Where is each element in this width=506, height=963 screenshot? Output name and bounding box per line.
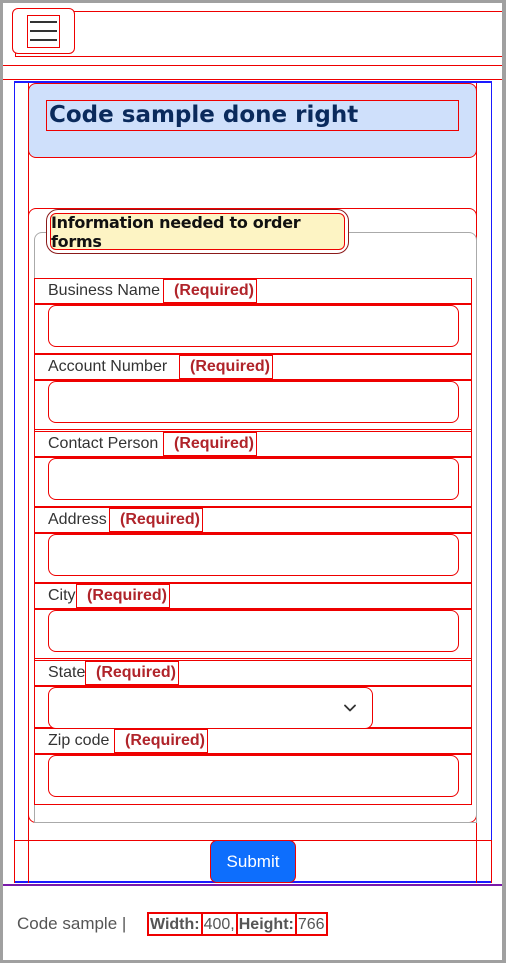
width-value: 400,: [201, 913, 237, 935]
state-label-row: State (Required): [34, 660, 472, 686]
width-group: Width:: [148, 913, 202, 935]
height-label: Height:: [238, 916, 294, 933]
contact-person-label: Contact Person: [48, 435, 159, 452]
submit-button[interactable]: Submit: [210, 840, 296, 883]
hamburger-menu-icon: [27, 14, 60, 48]
nav-divider: [3, 65, 502, 80]
address-input[interactable]: [48, 534, 459, 576]
business-name-input[interactable]: [48, 305, 459, 347]
zip-code-label: Zip code: [48, 732, 110, 749]
city-label-row: City (Required): [34, 583, 472, 609]
required-indicator: (Required): [163, 432, 257, 456]
address-label-row: Address (Required): [34, 507, 472, 533]
account-number-label: Account Number: [48, 358, 168, 375]
city-input[interactable]: [48, 610, 459, 652]
page-title: Code sample done right: [46, 100, 459, 131]
required-indicator: (Required): [76, 584, 170, 608]
chevron-down-icon: [344, 704, 356, 712]
contact-person-row: [34, 457, 472, 507]
zip-code-input[interactable]: [48, 755, 459, 797]
required-indicator: (Required): [109, 508, 203, 532]
business-name-row: [34, 304, 472, 354]
menu-toggle-button[interactable]: [12, 8, 75, 54]
account-number-input[interactable]: [48, 381, 459, 423]
state-label: State: [48, 664, 86, 681]
viewport-size-readout: Width: 400, Height: 766: [147, 912, 328, 936]
footer-text: Code sample |: [17, 914, 127, 933]
navbar-row: [15, 11, 502, 57]
city-label: City: [48, 587, 76, 604]
legend-text: Information needed to order forms: [50, 213, 345, 251]
required-indicator: (Required): [85, 661, 179, 685]
footer: Code sample | Width: 400, Height: 766: [3, 884, 502, 960]
business-name-label: Business Name: [48, 282, 161, 299]
city-row: [34, 609, 472, 659]
account-number-row: [34, 380, 472, 430]
required-indicator: (Required): [179, 355, 273, 379]
state-row: [34, 686, 472, 729]
address-label: Address: [48, 511, 107, 528]
zip-code-row: [34, 754, 472, 805]
account-number-label-row: Account Number (Required): [34, 354, 472, 380]
state-select[interactable]: [48, 687, 373, 729]
business-name-label-row: Business Name (Required): [34, 278, 472, 304]
contact-person-label-row: Contact Person (Required): [34, 431, 472, 457]
fieldset-legend: Information needed to order forms: [46, 209, 349, 254]
address-row: [34, 533, 472, 583]
width-label: Width:: [150, 916, 200, 933]
top-navbar: [3, 3, 502, 65]
height-group: Height:: [236, 913, 296, 935]
required-indicator: (Required): [163, 279, 257, 303]
zip-code-label-row: Zip code (Required): [34, 728, 472, 754]
contact-person-input[interactable]: [48, 458, 459, 500]
required-indicator: (Required): [114, 729, 208, 753]
height-value: 766: [295, 913, 327, 935]
